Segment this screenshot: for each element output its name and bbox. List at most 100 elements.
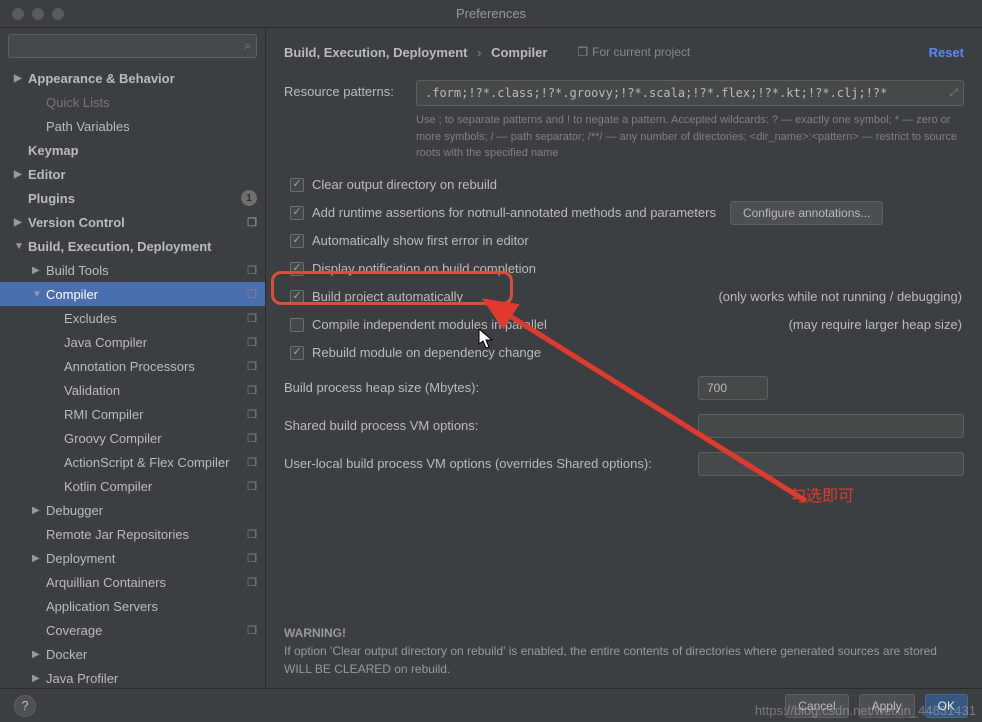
checkbox[interactable]	[290, 234, 304, 248]
for-project-label: ❐ For current project	[577, 45, 690, 59]
sidebar-item[interactable]: Quick Lists	[0, 90, 265, 114]
checkbox[interactable]	[290, 346, 304, 360]
tree-label: Kotlin Compiler	[64, 479, 243, 494]
reset-link[interactable]: Reset	[929, 45, 964, 60]
sidebar-item[interactable]: ▶Java Profiler	[0, 666, 265, 688]
checkbox[interactable]	[290, 318, 304, 332]
tree-label: Debugger	[46, 503, 257, 518]
project-scope-icon: ❐	[247, 360, 257, 373]
minimize-dot[interactable]	[32, 8, 44, 20]
sidebar-item[interactable]: ▶Docker	[0, 642, 265, 666]
heap-size-input[interactable]	[698, 376, 768, 400]
window-controls[interactable]	[12, 8, 64, 20]
sidebar-item[interactable]: Kotlin Compiler❐	[0, 474, 265, 498]
sidebar-item[interactable]: Groovy Compiler❐	[0, 426, 265, 450]
breadcrumb: Build, Execution, Deployment › Compiler	[284, 45, 547, 60]
tree-label: Deployment	[46, 551, 243, 566]
check-clear-output[interactable]: Clear output directory on rebuild	[284, 172, 964, 198]
zoom-dot[interactable]	[52, 8, 64, 20]
breadcrumb-sep: ›	[477, 45, 481, 60]
tree-arrow-icon: ▶	[14, 73, 28, 84]
tree-label: Arquillian Containers	[46, 575, 243, 590]
sidebar-item[interactable]: Validation ❐	[0, 378, 265, 402]
sidebar-item[interactable]: ▶Debugger	[0, 498, 265, 522]
check-runtime-assertions[interactable]: Add runtime assertions for notnull-annot…	[284, 200, 964, 226]
sidebar-item[interactable]: ▶Deployment❐	[0, 546, 265, 570]
user-vm-label: User-local build process VM options (ove…	[284, 456, 684, 471]
cancel-button[interactable]: Cancel	[785, 694, 848, 718]
tree-label: Java Profiler	[46, 671, 257, 686]
expand-icon[interactable]: ⤢	[950, 88, 958, 99]
sidebar-item[interactable]: ▶Build Tools❐	[0, 258, 265, 282]
tree-label: Plugins	[28, 191, 241, 206]
project-scope-icon: ❐	[247, 528, 257, 541]
check-auto-show-error[interactable]: Automatically show first error in editor	[284, 228, 964, 254]
checkbox[interactable]	[290, 178, 304, 192]
tree-arrow-icon: ▶	[32, 649, 46, 660]
configure-annotations-button[interactable]: Configure annotations...	[730, 201, 883, 225]
tree-label: ActionScript & Flex Compiler	[64, 455, 243, 470]
settings-tree: ▶Appearance & BehaviorQuick ListsPath Va…	[0, 64, 265, 688]
sidebar-item[interactable]: Remote Jar Repositories❐	[0, 522, 265, 546]
sidebar-item[interactable]: Application Servers	[0, 594, 265, 618]
main-area: ⌕ ▶Appearance & BehaviorQuick ListsPath …	[0, 28, 982, 688]
project-scope-icon: ❐	[247, 216, 257, 229]
project-scope-icon: ❐	[247, 576, 257, 589]
ok-button[interactable]: OK	[925, 694, 968, 718]
sidebar-item[interactable]: Coverage❐	[0, 618, 265, 642]
tree-label: Java Compiler	[64, 335, 243, 350]
tree-label: Compiler	[46, 287, 243, 302]
search-input[interactable]	[8, 34, 257, 58]
sidebar-item[interactable]: Path Variables	[0, 114, 265, 138]
check-build-automatically[interactable]: Build project automatically (only works …	[284, 284, 964, 310]
tree-label: Validation	[64, 383, 243, 398]
content-panel: Build, Execution, Deployment › Compiler …	[266, 28, 982, 688]
tree-arrow-icon: ▶	[32, 553, 46, 564]
sidebar: ⌕ ▶Appearance & BehaviorQuick ListsPath …	[0, 28, 266, 688]
shared-vm-label: Shared build process VM options:	[284, 418, 684, 433]
check-compile-parallel[interactable]: Compile independent modules in parallel …	[284, 312, 964, 338]
close-dot[interactable]	[12, 8, 24, 20]
tree-arrow-icon: ▶	[14, 169, 28, 180]
help-button[interactable]: ?	[14, 695, 36, 717]
tree-arrow-icon: ▼	[32, 289, 46, 300]
sidebar-item[interactable]: Java Compiler❐	[0, 330, 265, 354]
tree-arrow-icon: ▶	[32, 265, 46, 276]
project-scope-icon: ❐	[247, 384, 257, 397]
check-display-notification[interactable]: Display notification on build completion	[284, 256, 964, 282]
resource-patterns-input[interactable]: .form;!?*.class;!?*.groovy;!?*.scala;!?*…	[416, 80, 964, 106]
dialog-footer: ? Cancel Apply OK	[0, 688, 982, 722]
tree-label: Build Tools	[46, 263, 243, 278]
checkbox[interactable]	[290, 206, 304, 220]
check-note: (may require larger heap size)	[789, 317, 964, 332]
tree-arrow-icon: ▶	[14, 217, 28, 228]
tree-arrow-icon: ▼	[14, 241, 28, 252]
sidebar-item[interactable]: Annotation Processors ❐	[0, 354, 265, 378]
project-scope-icon: ❐	[247, 456, 257, 469]
breadcrumb-parent[interactable]: Build, Execution, Deployment	[284, 45, 467, 60]
checkbox[interactable]	[290, 290, 304, 304]
warning-text: If option 'Clear output directory on reb…	[284, 642, 964, 678]
sidebar-item[interactable]: ▼Compiler ❐	[0, 282, 265, 306]
sidebar-item[interactable]: ActionScript & Flex Compiler ❐	[0, 450, 265, 474]
annotation-text: 勾选即可	[790, 482, 854, 506]
sidebar-item[interactable]: ▶Version Control❐	[0, 210, 265, 234]
shared-vm-input[interactable]	[698, 414, 964, 438]
sidebar-item[interactable]: Keymap	[0, 138, 265, 162]
check-rebuild-on-dep[interactable]: Rebuild module on dependency change	[284, 340, 964, 366]
sidebar-item[interactable]: Excludes❐	[0, 306, 265, 330]
sidebar-item[interactable]: ▼Build, Execution, Deployment	[0, 234, 265, 258]
sidebar-item[interactable]: ▶Editor	[0, 162, 265, 186]
titlebar: Preferences	[0, 0, 982, 28]
sidebar-item[interactable]: Plugins1	[0, 186, 265, 210]
user-vm-input[interactable]	[698, 452, 964, 476]
tree-label: Annotation Processors	[64, 359, 243, 374]
checkbox[interactable]	[290, 262, 304, 276]
project-scope-icon: ❐	[247, 288, 257, 301]
sidebar-item[interactable]: Arquillian Containers ❐	[0, 570, 265, 594]
sidebar-item[interactable]: ▶Appearance & Behavior	[0, 66, 265, 90]
apply-button[interactable]: Apply	[859, 694, 915, 718]
project-scope-icon: ❐	[247, 432, 257, 445]
tree-arrow-icon: ▶	[32, 505, 46, 516]
sidebar-item[interactable]: RMI Compiler❐	[0, 402, 265, 426]
